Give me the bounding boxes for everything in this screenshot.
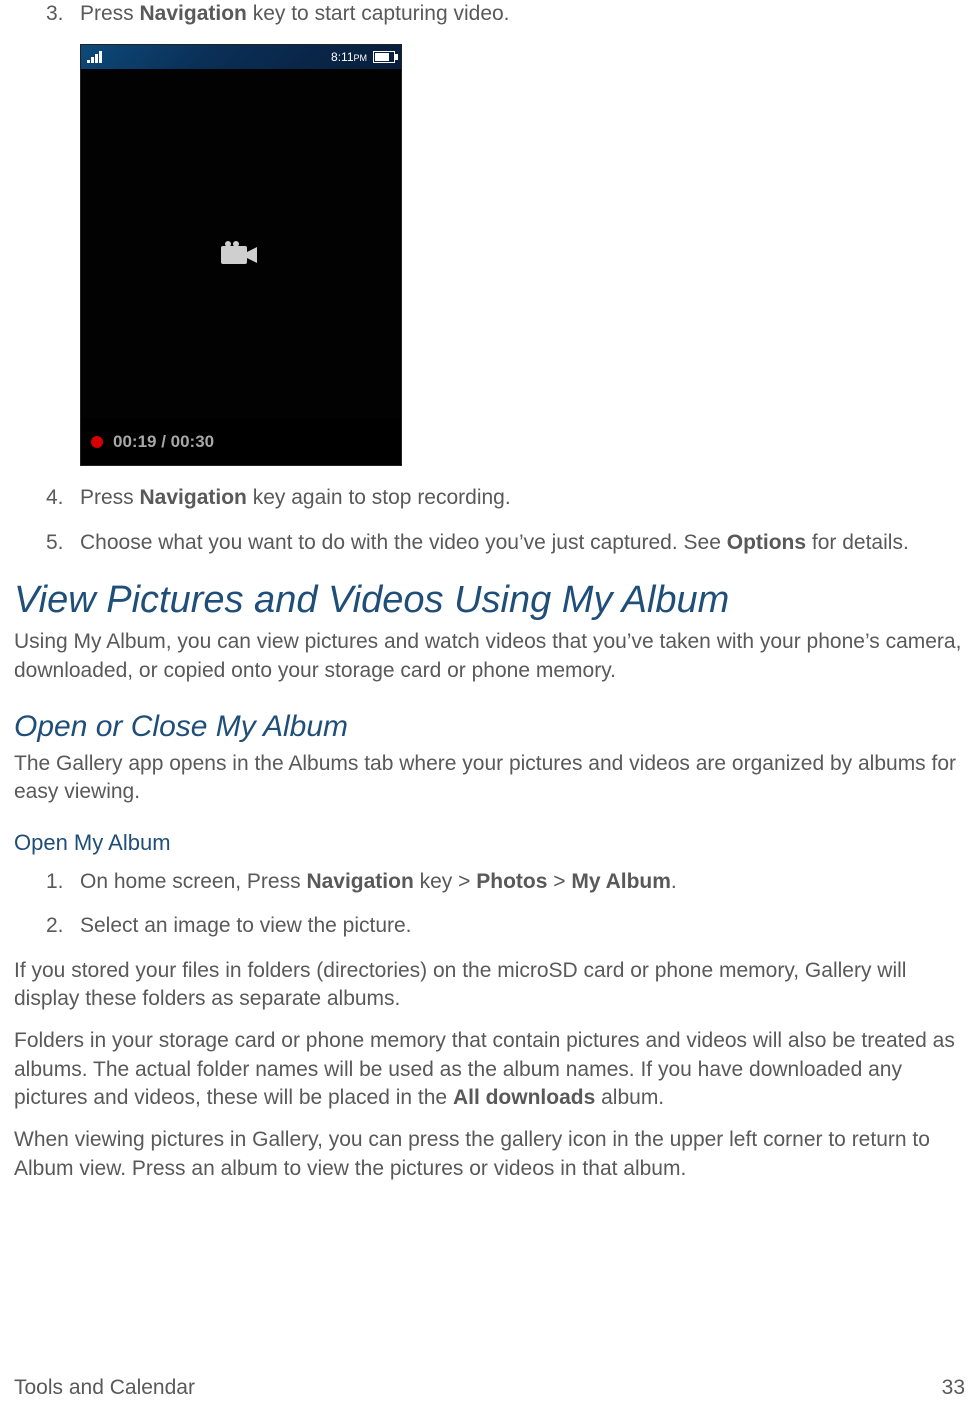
phone-screenshot: 8:11PM 00:19 / 00:30 [80, 44, 965, 466]
page-footer: Tools and Calendar 33 [14, 1374, 965, 1402]
step-text: Select an image to view the picture. [80, 912, 965, 940]
phone-statusbar: 8:11PM [81, 45, 401, 69]
instruction-list-mid: 4. Press Navigation key again to stop re… [14, 484, 965, 557]
recording-time: 00:19 / 00:30 [113, 431, 214, 454]
bold-photos: Photos [476, 870, 547, 893]
step-number: 1. [46, 868, 80, 896]
record-indicator-icon [91, 436, 103, 448]
section-intro: Using My Album, you can view pictures an… [14, 628, 965, 685]
step-number: 3. [46, 0, 80, 28]
step-number: 5. [46, 529, 80, 557]
step-number: 2. [46, 912, 80, 940]
paragraph-all-downloads: Folders in your storage card or phone me… [14, 1027, 965, 1112]
battery-icon [373, 51, 395, 63]
bold-options: Options [727, 531, 806, 554]
bold-navigation: Navigation [140, 486, 247, 509]
bold-my-album: My Album [571, 870, 671, 893]
bold-all-downloads: All downloads [453, 1086, 595, 1109]
signal-icon [87, 51, 103, 63]
section-heading-view-pictures: View Pictures and Videos Using My Album [14, 575, 965, 626]
subsection-intro: The Gallery app opens in the Albums tab … [14, 750, 965, 807]
open-step-2: 2. Select an image to view the picture. [14, 912, 965, 940]
instruction-list-top: 3. Press Navigation key to start capturi… [14, 0, 965, 28]
step-text: On home screen, Press Navigation key > P… [80, 868, 965, 896]
phone-frame: 8:11PM 00:19 / 00:30 [80, 44, 402, 466]
step-number: 4. [46, 484, 80, 512]
camcorder-icon [221, 241, 261, 269]
bold-navigation: Navigation [140, 2, 247, 25]
recording-timebar: 00:19 / 00:30 [81, 419, 401, 465]
step-5: 5. Choose what you want to do with the v… [14, 529, 965, 557]
statusbar-time: 8:11PM [331, 49, 367, 65]
open-album-steps: 1. On home screen, Press Navigation key … [14, 868, 965, 941]
bold-navigation: Navigation [306, 870, 413, 893]
step-text: Choose what you want to do with the vide… [80, 529, 965, 557]
subsection-open-close: Open or Close My Album [14, 707, 965, 748]
footer-page-number: 33 [942, 1374, 965, 1402]
step-text: Press Navigation key to start capturing … [80, 0, 965, 28]
paragraph-gallery-return: When viewing pictures in Gallery, you ca… [14, 1126, 965, 1183]
paragraph-folders-note: If you stored your files in folders (dir… [14, 957, 965, 1014]
step-4: 4. Press Navigation key again to stop re… [14, 484, 965, 512]
step-3: 3. Press Navigation key to start capturi… [14, 0, 965, 28]
footer-section: Tools and Calendar [14, 1374, 195, 1402]
subheading-open-my-album: Open My Album [14, 828, 965, 858]
open-step-1: 1. On home screen, Press Navigation key … [14, 868, 965, 896]
step-text: Press Navigation key again to stop recor… [80, 484, 965, 512]
